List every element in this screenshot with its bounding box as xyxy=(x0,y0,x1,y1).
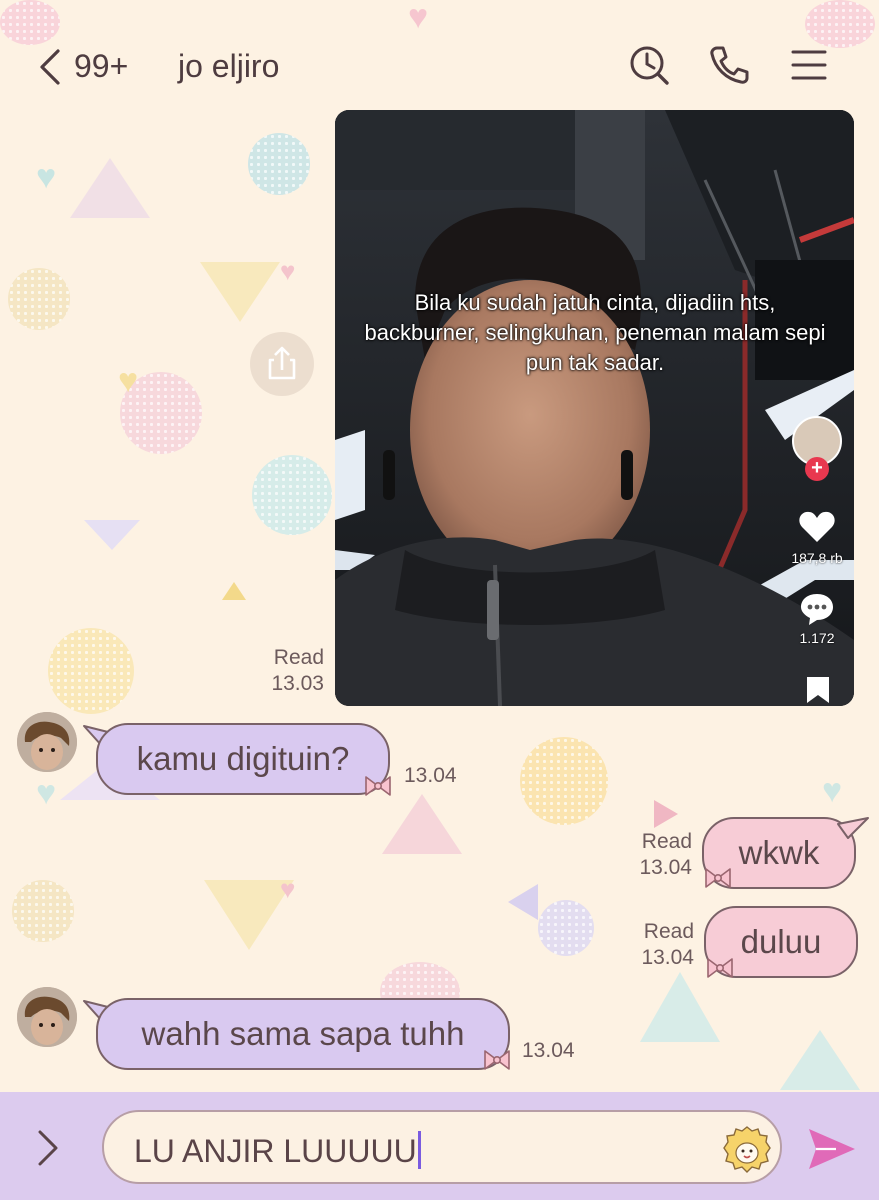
sticker-icon[interactable] xyxy=(722,1124,772,1174)
follow-plus-icon[interactable]: + xyxy=(805,457,829,481)
clock-search-icon[interactable] xyxy=(628,44,670,86)
message-time: 13.04 xyxy=(522,1039,575,1062)
read-status: Read xyxy=(643,920,694,943)
message-text: wahh sama sapa tuhh xyxy=(141,1015,465,1052)
message-bubble-incoming[interactable]: wahh sama sapa tuhh xyxy=(96,998,510,1070)
phone-icon[interactable] xyxy=(708,44,750,86)
video-thumbnail-message[interactable]: Bila ku sudah jatuh cinta, dijadiin hts,… xyxy=(335,110,854,706)
back-icon[interactable] xyxy=(36,47,64,87)
message-meta: Read 13.04 xyxy=(610,829,692,881)
bow-icon xyxy=(707,958,733,978)
menu-icon[interactable] xyxy=(788,44,830,86)
message-text: wkwk xyxy=(738,834,820,871)
expand-icon[interactable] xyxy=(34,1128,62,1168)
bow-icon xyxy=(705,868,731,888)
message-time: 13.04 xyxy=(641,946,694,969)
heart-icon[interactable] xyxy=(798,510,836,544)
media-meta: Read 13.03 xyxy=(240,645,324,697)
read-status: Read xyxy=(641,830,692,853)
contact-avatar[interactable] xyxy=(17,712,77,772)
message-input[interactable]: LU ANJIR LUUUUU xyxy=(102,1110,782,1184)
message-time: 13.03 xyxy=(271,672,324,695)
read-status: Read xyxy=(273,646,324,669)
contact-avatar[interactable] xyxy=(17,987,77,1047)
message-bubble-incoming[interactable]: kamu digituin? xyxy=(96,723,390,795)
bow-icon xyxy=(484,1050,510,1070)
bubble-tail xyxy=(837,817,869,839)
avatar-photo xyxy=(17,712,77,772)
message-input-value: LU ANJIR LUUUUU xyxy=(134,1133,417,1169)
send-icon[interactable] xyxy=(806,1125,858,1173)
share-button[interactable] xyxy=(250,332,314,396)
like-count: 187,8 rb xyxy=(791,550,843,566)
message-meta: Read 13.04 xyxy=(610,919,694,971)
avatar-photo xyxy=(17,987,77,1047)
message-text: duluu xyxy=(740,923,822,960)
message-text: kamu digituin? xyxy=(136,740,350,777)
text-caret xyxy=(417,1131,421,1169)
comment-icon[interactable] xyxy=(799,592,835,626)
chat-title[interactable]: jo eljiro xyxy=(178,48,279,85)
unread-count[interactable]: 99+ xyxy=(74,48,128,85)
bow-icon xyxy=(365,776,391,796)
message-time: 13.04 xyxy=(404,764,457,787)
chat-header: 99+ jo eljiro xyxy=(0,0,879,104)
share-icon xyxy=(268,346,296,380)
video-frame xyxy=(335,110,854,706)
video-caption: Bila ku sudah jatuh cinta, dijadiin hts,… xyxy=(364,290,826,375)
bookmark-icon[interactable] xyxy=(805,675,831,705)
comment-count: 1.172 xyxy=(799,630,835,646)
message-time: 13.04 xyxy=(639,856,692,879)
